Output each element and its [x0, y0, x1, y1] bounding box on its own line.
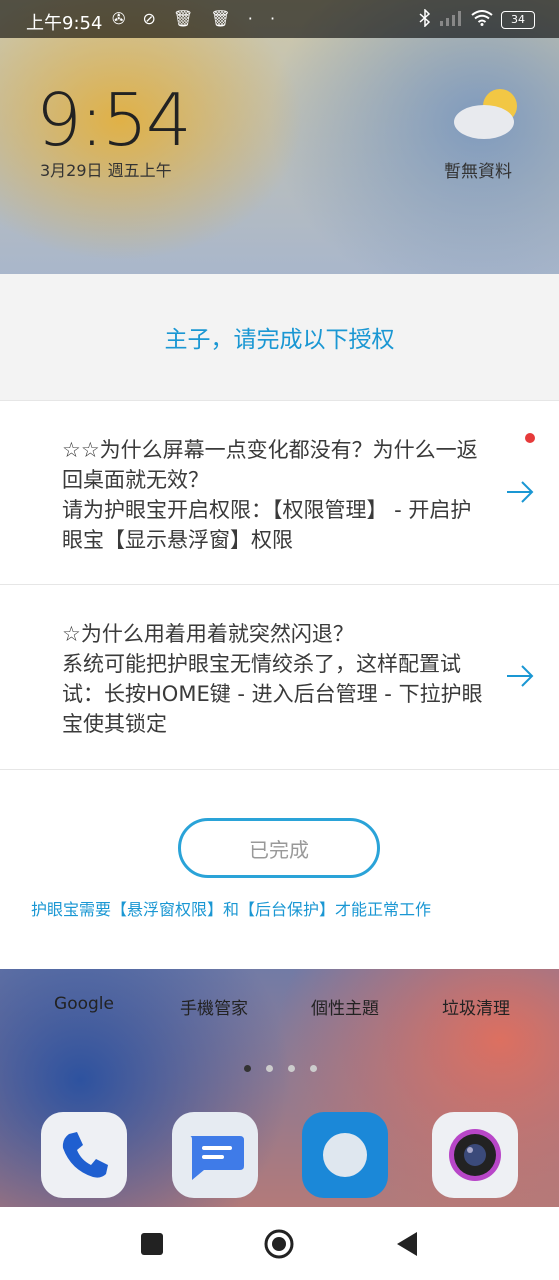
permission-item-background[interactable]: ☆为什么用着用着就突然闪退？ 系统可能把护眼宝无情绞杀了，这样配置试试：长按HO…	[0, 585, 559, 770]
phone-icon[interactable]	[41, 1112, 127, 1198]
arrow-right-icon[interactable]	[505, 661, 535, 691]
dialog-title: 主子，请完成以下授权	[164, 327, 395, 353]
dialog-header: 主子，请完成以下授权	[0, 274, 559, 400]
permission-item-text: ☆为什么用着用着就突然闪退？ 系统可能把护眼宝无情绞杀了，这样配置试试：长按HO…	[62, 622, 483, 736]
weather-status: 暫無資料	[444, 162, 512, 182]
wifi-icon	[471, 10, 493, 30]
app-label-themes[interactable]: 個性主題	[311, 994, 379, 1019]
battery-icon: 34	[501, 11, 535, 29]
status-time: 上午9:54	[26, 13, 103, 34]
done-button[interactable]: 已完成	[178, 818, 380, 878]
app-label-cleaner[interactable]: 垃圾清理	[442, 994, 510, 1019]
clock-time[interactable]: 9:54	[36, 78, 192, 162]
weather-icon[interactable]	[452, 86, 522, 142]
camera-icon[interactable]	[432, 1112, 518, 1198]
app-label-google[interactable]: Google	[54, 994, 114, 1014]
page-dot	[266, 1065, 273, 1072]
permission-note: 护眼宝需要【悬浮窗权限】和【后台保护】才能正常工作	[31, 900, 432, 919]
navigation-bar	[0, 1207, 559, 1280]
permission-item-text: ☆☆为什么屏幕一点变化都没有？为什么一返回桌面就无效？ 请为护眼宝开启权限：【权…	[62, 438, 478, 552]
bluetooth-icon	[419, 8, 431, 31]
signal-icon	[439, 10, 463, 30]
page-dot	[310, 1065, 317, 1072]
status-right-icons: 34	[419, 8, 535, 31]
notification-icons: ✇ ⊘ 🗑 🗑 · ·	[112, 9, 282, 28]
messages-icon[interactable]	[172, 1112, 258, 1198]
red-dot-badge	[525, 433, 535, 443]
page-dot-active	[244, 1065, 251, 1072]
browser-icon[interactable]	[302, 1112, 388, 1198]
page-indicator	[244, 1065, 317, 1072]
recents-square-icon[interactable]	[137, 1229, 167, 1259]
app-label-phone-manager[interactable]: 手機管家	[180, 994, 248, 1019]
clock-date: 3月29日 週五上午	[40, 161, 172, 180]
home-circle-icon[interactable]	[264, 1229, 294, 1259]
arrow-right-icon[interactable]	[505, 477, 535, 507]
permission-item-overlay[interactable]: ☆☆为什么屏幕一点变化都没有？为什么一返回桌面就无效？ 请为护眼宝开启权限：【权…	[0, 400, 559, 585]
page-dot	[288, 1065, 295, 1072]
back-triangle-icon[interactable]	[392, 1229, 422, 1259]
permission-dialog: 主子，请完成以下授权 ☆☆为什么屏幕一点变化都没有？为什么一返回桌面就无效？ 请…	[0, 274, 559, 969]
status-bar: 上午9:54 ✇ ⊘ 🗑 🗑 · · 34	[0, 0, 559, 38]
dock	[0, 1112, 559, 1202]
app-labels-row: Google 手機管家 個性主題 垃圾清理	[0, 994, 559, 1024]
